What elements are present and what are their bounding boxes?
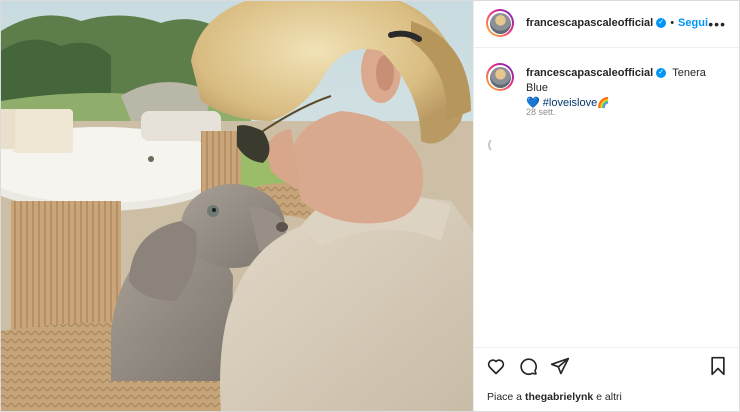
caption-avatar-inner xyxy=(488,65,512,89)
share-icon[interactable] xyxy=(550,356,570,376)
avatar-image xyxy=(489,12,511,34)
avatar-inner xyxy=(488,11,512,35)
bookmark-icon[interactable] xyxy=(708,356,728,376)
more-icon[interactable]: ••• xyxy=(708,16,726,32)
post-header: francescapascaleofficial ✓ • Segui ••• xyxy=(474,1,739,48)
header-line: francescapascaleofficial ✓ • Segui xyxy=(526,17,708,29)
caption: francescapascaleofficial ✓ Tenera Blue 💙 … xyxy=(526,66,726,111)
post-photo-image xyxy=(1,1,473,411)
caption-verified-badge-icon: ✓ xyxy=(656,68,667,79)
header-username[interactable]: francescapascaleofficial xyxy=(526,17,653,29)
rainbow-icon: 🌈 xyxy=(597,98,610,109)
likes-suffix: e altri xyxy=(593,391,622,403)
likes-user[interactable]: thegabrielynk xyxy=(525,391,593,403)
post-photo[interactable] xyxy=(1,1,473,411)
follow-button[interactable]: Segui xyxy=(678,17,708,29)
caption-username[interactable]: francescapascaleofficial xyxy=(526,67,653,79)
post-actions: Piace a thegabrielynk e altri xyxy=(474,347,739,411)
post-side-panel: francescapascaleofficial ✓ • Segui ••• f… xyxy=(473,1,739,411)
heart-icon[interactable] xyxy=(486,356,506,376)
verified-badge-icon: ✓ xyxy=(656,18,667,28)
header-separator: • xyxy=(670,17,675,29)
avatar[interactable] xyxy=(486,9,514,37)
instagram-embed: francescapascaleofficial ✓ • Segui ••• f… xyxy=(0,0,740,412)
caption-avatar[interactable] xyxy=(486,63,514,91)
comment-icon[interactable] xyxy=(518,356,538,376)
loading-spinner-icon xyxy=(488,137,504,153)
likes-prefix: Piace a xyxy=(487,391,525,403)
likes-line: Piace a thegabrielynk e altri xyxy=(487,391,622,403)
caption-avatar-image xyxy=(489,66,511,88)
caption-timestamp: 28 sett. xyxy=(526,107,556,117)
